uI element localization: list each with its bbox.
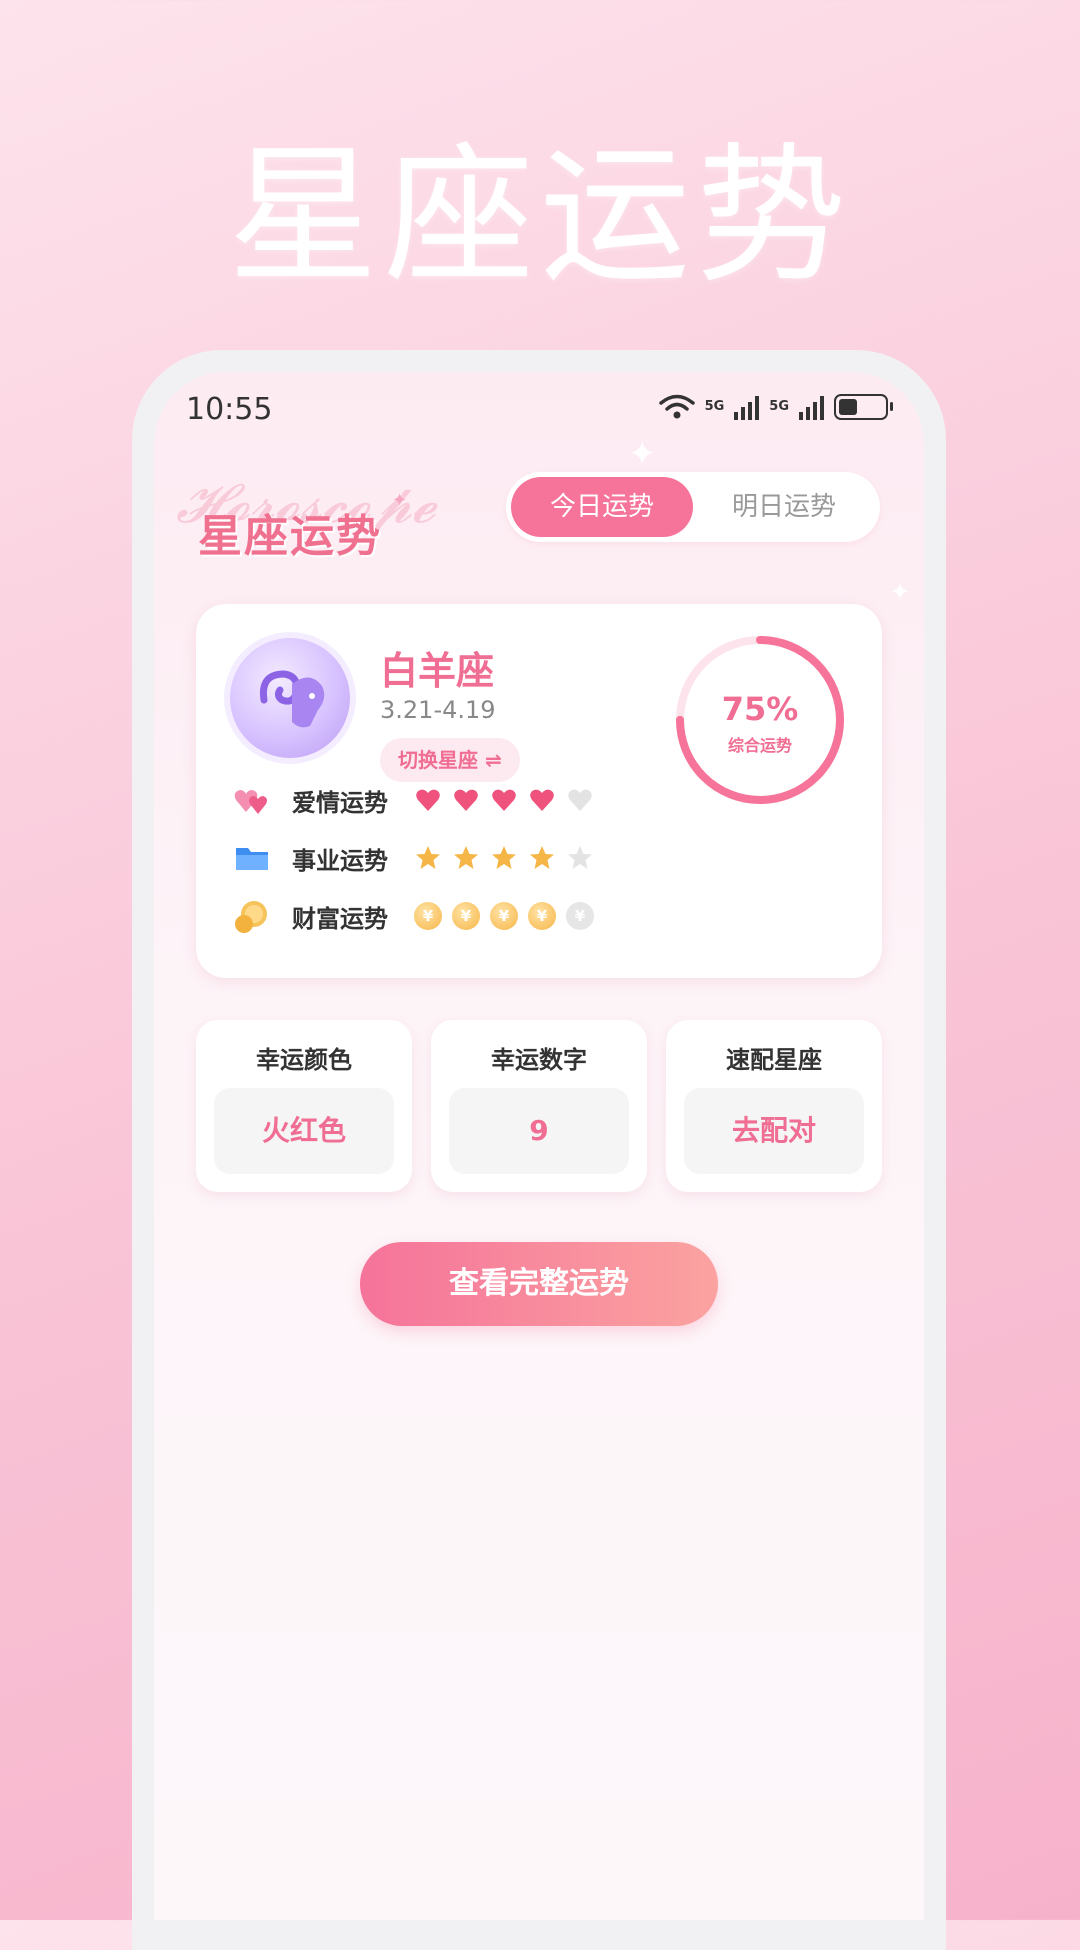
aries-avatar-icon[interactable] bbox=[230, 638, 350, 758]
tab-tomorrow[interactable]: 明日运势 bbox=[693, 477, 875, 537]
tab-today[interactable]: 今日运势 bbox=[511, 477, 693, 537]
star-icon bbox=[568, 846, 592, 869]
wifi-icon bbox=[658, 394, 695, 419]
career-fortune-row: 事业运势 bbox=[232, 836, 594, 880]
sign-date-range: 3.21-4.19 bbox=[380, 696, 496, 724]
lucky-number-card[interactable]: 幸运数字 9 bbox=[431, 1020, 647, 1192]
sparkle-icon: ✦ bbox=[628, 434, 657, 474]
coin-icon: ¥ bbox=[452, 902, 480, 930]
lucky-number-value: 9 bbox=[449, 1088, 629, 1174]
heart-icon bbox=[454, 789, 478, 811]
heart-icon bbox=[416, 789, 440, 811]
star-icon bbox=[454, 846, 478, 869]
coin-icon: ¥ bbox=[528, 902, 556, 930]
star-icon bbox=[416, 846, 440, 869]
match-sign-card[interactable]: 速配星座 去配对 bbox=[666, 1020, 882, 1192]
sign-card: 白羊座 3.21-4.19 切换星座 ⇌ 75% 综合运势 爱情运势 事业运势 bbox=[196, 604, 882, 978]
status-icons: 5G 5G bbox=[658, 394, 893, 420]
network-5g-label: 5G bbox=[704, 399, 725, 414]
coin-icon: ¥ bbox=[490, 902, 518, 930]
status-time: 10:55 bbox=[186, 392, 273, 427]
switch-sign-button[interactable]: 切换星座 ⇌ bbox=[380, 738, 520, 782]
battery-icon bbox=[834, 394, 893, 420]
wealth-fortune-row: 财富运势 ¥ ¥ ¥ ¥ ¥ bbox=[232, 894, 594, 938]
phone-screen: 10:55 5G 5G 𝓗𝓸𝓻𝓸𝓼𝓬𝓸𝓹𝓮 星座运势 ✦ ✦ ✦ 今日运势 明日… bbox=[154, 372, 924, 1920]
app-title: 星座运势 bbox=[198, 511, 382, 562]
lucky-color-card[interactable]: 幸运颜色 火红色 bbox=[196, 1020, 412, 1192]
lucky-number-title: 幸运数字 bbox=[491, 1046, 587, 1074]
heart-icon bbox=[492, 789, 516, 811]
hero-title: 星座运势 bbox=[227, 130, 852, 304]
star-icon bbox=[492, 846, 516, 869]
overall-label: 综合运势 bbox=[727, 736, 792, 755]
hearts-icon bbox=[234, 790, 267, 814]
match-sign-button[interactable]: 去配对 bbox=[684, 1088, 864, 1174]
wealth-fortune-label: 财富运势 bbox=[292, 904, 388, 933]
signal-icon-2 bbox=[799, 394, 824, 420]
coins-icon bbox=[235, 901, 267, 933]
coin-icon: ¥ bbox=[566, 902, 594, 930]
signal-icon bbox=[734, 394, 760, 420]
view-full-fortune-button[interactable]: 查看完整运势 bbox=[360, 1242, 718, 1326]
day-toggle: 今日运势 明日运势 bbox=[506, 472, 880, 542]
star-icon bbox=[530, 846, 554, 869]
sign-name: 白羊座 bbox=[380, 649, 495, 693]
network-5g-label-2: 5G bbox=[769, 399, 789, 414]
heart-icon bbox=[568, 789, 592, 811]
ram-icon bbox=[259, 670, 325, 728]
match-sign-title: 速配星座 bbox=[726, 1046, 822, 1074]
sparkle-icon: ✦ bbox=[890, 578, 911, 606]
lucky-color-value: 火红色 bbox=[214, 1088, 394, 1174]
love-rating bbox=[414, 786, 594, 814]
love-fortune-label: 爱情运势 bbox=[292, 788, 388, 817]
career-rating bbox=[414, 844, 594, 872]
wealth-rating: ¥ ¥ ¥ ¥ ¥ bbox=[414, 902, 594, 930]
love-fortune-row: 爱情运势 bbox=[232, 778, 594, 822]
career-fortune-label: 事业运势 bbox=[292, 846, 388, 875]
coin-icon: ¥ bbox=[414, 902, 442, 930]
heart-icon bbox=[530, 789, 554, 811]
folder-icon bbox=[236, 848, 268, 870]
overall-percent: 75% bbox=[721, 690, 799, 728]
sparkle-icon: ✦ bbox=[392, 490, 408, 511]
lucky-color-title: 幸运颜色 bbox=[256, 1046, 352, 1074]
